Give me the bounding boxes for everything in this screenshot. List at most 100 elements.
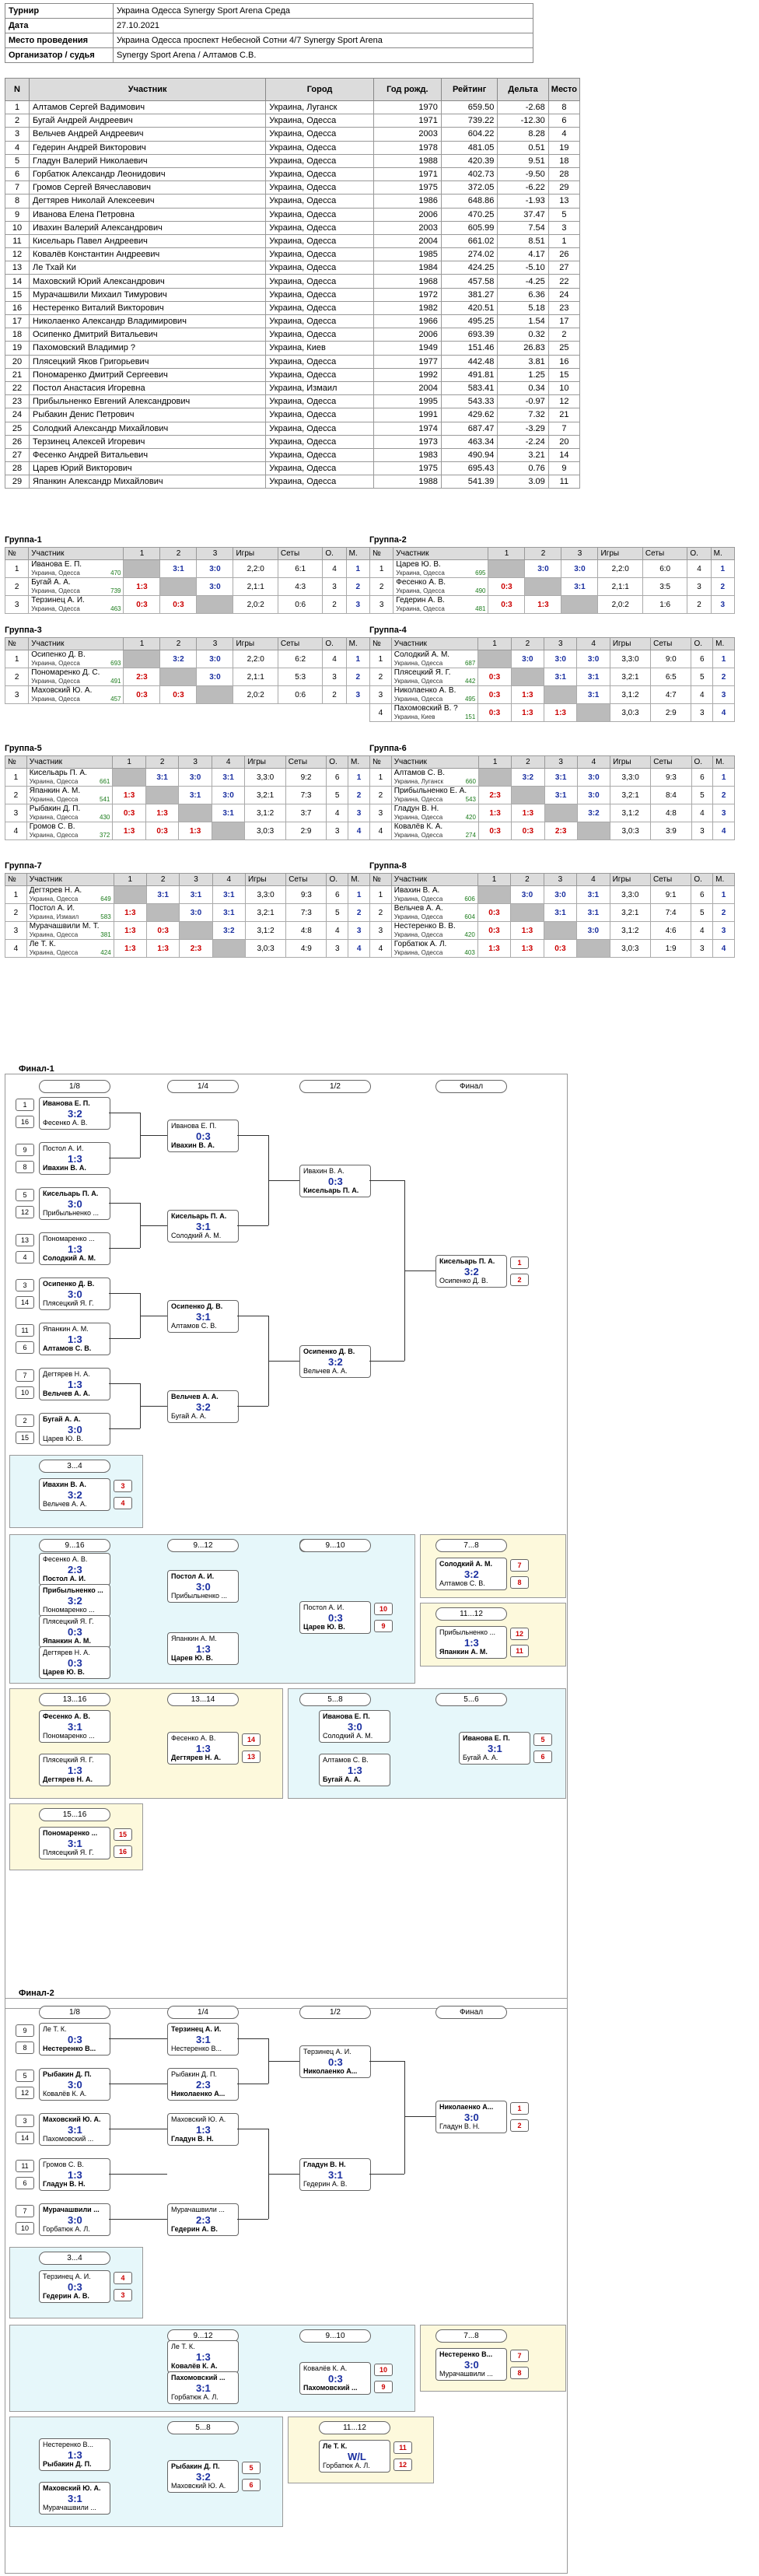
player-cell: 442.48 bbox=[440, 354, 498, 369]
match-score: 3:0 bbox=[196, 1581, 211, 1593]
player-name: Нестеренко В. В. bbox=[393, 922, 456, 931]
seed-number: 5 bbox=[16, 1189, 34, 1201]
player-cell: 583.41 bbox=[440, 380, 498, 396]
player-cell: 9 bbox=[547, 461, 581, 476]
match-player-2: Бугай А. А. bbox=[463, 1754, 498, 1761]
col-points: О. bbox=[326, 873, 349, 886]
match-player-1: Гладун В. Н. bbox=[303, 2161, 346, 2168]
col-points: О. bbox=[322, 637, 347, 650]
player-cell: 13 bbox=[547, 194, 581, 209]
match-player-2: Бугай А. А. bbox=[171, 1412, 207, 1420]
match-player-2: Гедерин А. В. bbox=[171, 2225, 218, 2233]
seed-number: 3 bbox=[16, 1279, 34, 1292]
player-cell: 543.33 bbox=[440, 394, 498, 409]
column-header: Год рожд. bbox=[373, 78, 442, 101]
column-header: Место bbox=[547, 78, 581, 101]
score-cell: 3:0 bbox=[576, 786, 611, 804]
info-key: Турнир bbox=[5, 3, 114, 19]
match-player-1: Фесенко А. В. bbox=[171, 1734, 216, 1742]
col-place: М. bbox=[345, 547, 371, 560]
match-score: 3:0 bbox=[68, 2079, 82, 2091]
score-cell: 2:3 bbox=[179, 939, 213, 958]
player-city: Украина, Одесса bbox=[29, 949, 79, 956]
score-cell: 1:3 bbox=[113, 921, 147, 940]
diagonal-cell bbox=[510, 903, 544, 922]
match-player-1: Иванова Е. П. bbox=[171, 1122, 217, 1130]
seed-number: 2 bbox=[16, 1414, 34, 1427]
place-number: 15 bbox=[114, 1828, 132, 1841]
match-score: 3:1 bbox=[68, 1721, 82, 1733]
match-box: Прибыльненко ... 1:3 Япанкин А. М. bbox=[435, 1626, 507, 1659]
score-cell: 3:1 bbox=[212, 903, 246, 922]
diagonal-cell bbox=[196, 685, 234, 704]
score-cell: 1:3 bbox=[477, 939, 512, 958]
group-table: Группа-6 № Участник 1 2 3 4 Игры Сеты О. М. 1 Алтамо… bbox=[369, 744, 735, 840]
points-cell: 6 bbox=[691, 650, 714, 668]
player-rating: 693 bbox=[110, 660, 121, 667]
col-name: Участник bbox=[28, 547, 124, 560]
player-cell: 1973 bbox=[373, 434, 442, 449]
col-points: О. bbox=[691, 873, 714, 886]
player-cell: 648.86 bbox=[440, 194, 498, 209]
player-cell: 424.25 bbox=[440, 261, 498, 275]
points-cell: 3 bbox=[691, 822, 714, 840]
col-index: 3 bbox=[179, 873, 213, 886]
player-row: 12 Ковалёв Константин Андреевич Украина, О… bbox=[5, 247, 581, 262]
score-cell: 3:1 bbox=[178, 786, 212, 804]
match-player-1: Николаенко А... bbox=[439, 2103, 494, 2111]
player-cell: 1970 bbox=[373, 100, 442, 115]
place-number: 7 bbox=[510, 1559, 529, 1572]
group-row: 3 Рыбакин Д. П. Украина, Одесса 430 0:3 1:3 3… bbox=[5, 804, 370, 822]
round-header: 1/4 bbox=[167, 1080, 239, 1093]
player-city: Украина, Одесса bbox=[393, 949, 443, 956]
group-title: Группа-4 bbox=[369, 626, 407, 635]
match-box: Ковалёв К. А. 0:3 Пахомовский ... bbox=[299, 2362, 371, 2395]
player-cell: Ивахин Валерий Александрович bbox=[28, 220, 267, 235]
match-score: 0:3 bbox=[68, 1657, 82, 1669]
player-cell: Украина, Одесса bbox=[265, 354, 374, 369]
score-cell: 1:3 bbox=[511, 804, 545, 822]
sets-cell: 4:6 bbox=[649, 921, 692, 940]
match-player-1: Осипенко Д. В. bbox=[303, 1348, 355, 1355]
player-cell: 381.27 bbox=[440, 287, 498, 302]
score-cell: 0:3 bbox=[145, 921, 180, 940]
col-place: М. bbox=[712, 755, 735, 769]
match-player-1: Нестеренко В... bbox=[439, 2350, 493, 2358]
score-cell: 0:3 bbox=[477, 822, 512, 840]
match-player-2: Ивахин В. А. bbox=[171, 1141, 215, 1149]
match-box: Рыбакин Д. П. 3:0 Ковалёв К. А. bbox=[39, 2068, 110, 2101]
score-cell: 3:2 bbox=[576, 804, 611, 822]
points-cell: 2 bbox=[322, 685, 347, 704]
player-cell: 8.28 bbox=[497, 127, 549, 142]
match-player-1: Постол А. И. bbox=[171, 1572, 215, 1580]
place-number: 7 bbox=[510, 2350, 529, 2362]
score-cell: 3:0 bbox=[576, 921, 610, 940]
score-cell: 3:2 bbox=[159, 650, 198, 668]
diagonal-cell bbox=[576, 939, 610, 958]
group-row: 1 Дегтярев Н. А. Украина, Одесса 649 3:1 3:1… bbox=[5, 885, 370, 904]
score-cell: 3:1 bbox=[179, 885, 213, 904]
place-number: 2 bbox=[510, 2119, 529, 2132]
match-player-2: Маховский Ю. А. bbox=[171, 2482, 226, 2490]
player-cell: 2004 bbox=[373, 380, 442, 396]
player-cell: 8.51 bbox=[497, 233, 549, 249]
place-cell: 3 bbox=[345, 595, 371, 614]
player-name: Царев Ю. В. bbox=[396, 560, 441, 569]
row-no: 3 bbox=[369, 921, 392, 940]
player-cell: Украина, Одесса bbox=[265, 220, 374, 235]
player-row: 17 Николаенко Александр Владимирович Украи… bbox=[5, 314, 581, 329]
place-cell: 3 bbox=[348, 921, 370, 940]
match-player-1: Кисельарь П. А. bbox=[439, 1257, 495, 1265]
row-no: 3 bbox=[369, 804, 392, 822]
column-header: N bbox=[5, 78, 30, 101]
col-place: М. bbox=[710, 547, 736, 560]
sets-cell: 9:1 bbox=[649, 885, 692, 904]
diagonal-cell bbox=[159, 577, 198, 596]
player-rating: 403 bbox=[464, 949, 475, 956]
place-cell: 3 bbox=[710, 595, 736, 614]
player-cell: 2006 bbox=[373, 207, 442, 222]
match-score: 3:2 bbox=[68, 1489, 82, 1501]
match-score: 0:3 bbox=[328, 2056, 343, 2068]
place-cell: 4 bbox=[712, 822, 735, 840]
player-cell: 1 bbox=[547, 233, 581, 249]
